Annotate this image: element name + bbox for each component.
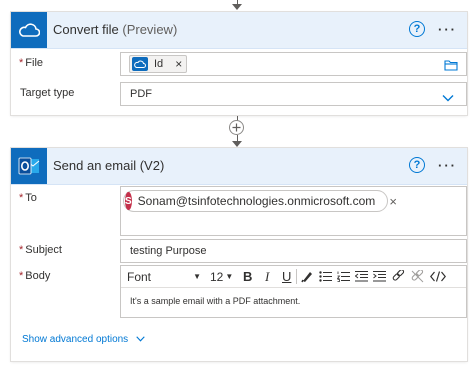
add-step-icon[interactable] <box>229 120 244 135</box>
italic-button[interactable]: I <box>265 266 269 287</box>
increase-indent-icon[interactable] <box>373 266 386 287</box>
font-size-dropdown[interactable]: 12 ▼ <box>210 266 236 287</box>
chevron-down-icon <box>442 89 454 107</box>
advanced-options-label: Show advanced options <box>22 334 129 345</box>
send-email-title: Send an email (V2) <box>53 158 165 173</box>
help-icon[interactable]: ? <box>409 21 425 37</box>
subject-label-text: Subject <box>25 244 62 256</box>
rich-text-toolbar: Font ▼ 12 ▼ B I U <box>121 266 466 288</box>
font-dropdown[interactable]: Font ▼ <box>127 266 201 287</box>
code-view-icon[interactable] <box>430 266 446 287</box>
bullet-list-icon[interactable] <box>319 266 332 287</box>
show-advanced-options-link[interactable]: Show advanced options <box>22 334 145 345</box>
convert-file-title: Convert file (Preview) <box>53 22 177 37</box>
target-type-label: Target type <box>20 87 75 99</box>
subject-input[interactable]: testing Purpose <box>120 239 467 263</box>
subject-value: testing Purpose <box>130 245 207 257</box>
help-icon[interactable]: ? <box>409 157 425 173</box>
preview-tag: (Preview) <box>122 22 178 37</box>
to-label: * To <box>19 192 37 204</box>
bold-button[interactable]: B <box>243 266 252 287</box>
folder-icon[interactable] <box>444 58 458 76</box>
body-label-text: Body <box>25 270 51 282</box>
id-token-label: Id <box>154 58 164 70</box>
body-editor[interactable]: Font ▼ 12 ▼ B I U It's a sample email wi… <box>120 265 467 318</box>
required-marker: * <box>19 244 24 256</box>
file-input[interactable]: Id × <box>120 52 467 76</box>
onedrive-connector-icon <box>11 12 47 48</box>
link-icon[interactable] <box>392 266 405 287</box>
middle-connector-arrow <box>232 141 242 147</box>
more-options-icon[interactable]: ··· <box>438 22 457 37</box>
convert-file-title-text: Convert file <box>53 22 119 37</box>
to-label-text: To <box>25 192 37 204</box>
body-label: * Body <box>19 270 50 282</box>
required-marker: * <box>19 57 24 69</box>
font-size-value: 12 <box>210 269 224 284</box>
unlink-icon[interactable] <box>411 266 424 287</box>
decrease-indent-icon[interactable] <box>355 266 368 287</box>
caret-down-icon: ▼ <box>193 272 201 281</box>
caret-down-icon: ▼ <box>225 272 234 281</box>
to-input[interactable]: S Sonam@tsinfotechnologies.onmicrosoft.c… <box>120 186 467 236</box>
more-options-icon[interactable]: ··· <box>438 158 457 173</box>
numbered-list-icon[interactable] <box>337 266 350 287</box>
remove-token-icon[interactable]: × <box>175 57 182 71</box>
send-email-card: Send an email (V2) ? ··· * To S Sonam@tsi… <box>11 148 467 361</box>
top-connector-arrow <box>232 4 242 10</box>
target-type-dropdown[interactable]: PDF <box>120 82 467 106</box>
font-dropdown-value: Font <box>127 269 152 284</box>
recipient-email: Sonam@tsinfotechnologies.onmicrosoft.com <box>137 194 376 208</box>
subject-label: * Subject <box>19 244 62 256</box>
font-color-icon[interactable] <box>301 266 313 287</box>
id-token[interactable]: Id × <box>129 55 187 73</box>
chevron-down-icon <box>136 334 145 345</box>
recipient-chip[interactable]: S Sonam@tsinfotechnologies.onmicrosoft.c… <box>123 190 397 212</box>
body-text: It's a sample email with a PDF attachmen… <box>130 296 301 306</box>
avatar: S <box>125 192 132 210</box>
required-marker: * <box>19 192 24 204</box>
file-label: * File <box>19 57 43 69</box>
toolbar-divider <box>296 269 297 284</box>
onedrive-token-icon <box>132 57 148 71</box>
send-email-header[interactable]: Send an email (V2) ? ··· <box>11 148 467 185</box>
remove-recipient-icon[interactable]: × <box>389 194 397 209</box>
outlook-connector-icon <box>11 148 47 184</box>
underline-button[interactable]: U <box>282 266 291 287</box>
file-label-text: File <box>25 57 44 69</box>
convert-file-card: Convert file (Preview) ? ··· * File Id × … <box>11 12 467 115</box>
target-type-value: PDF <box>130 88 152 100</box>
required-marker: * <box>19 270 24 282</box>
convert-file-header[interactable]: Convert file (Preview) ? ··· <box>11 12 467 49</box>
